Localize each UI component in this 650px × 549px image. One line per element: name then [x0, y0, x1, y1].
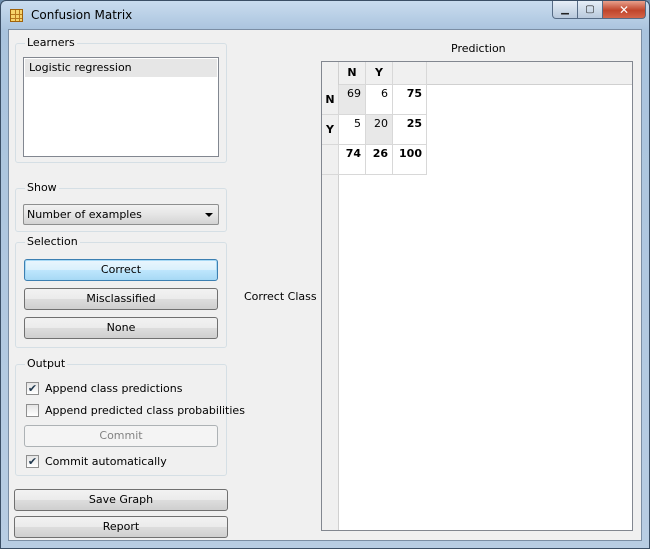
- cell-n-y[interactable]: 6: [366, 85, 393, 115]
- cell-y-y[interactable]: 20: [366, 115, 393, 145]
- append-probabilities-checkbox[interactable]: [26, 403, 39, 417]
- cell-y-n[interactable]: 5: [339, 115, 366, 145]
- row-header-n[interactable]: N: [322, 85, 339, 115]
- report-button[interactable]: Report: [14, 516, 228, 538]
- confusion-matrix-window: Confusion Matrix ▁ ▢ ✕ Learners Logistic…: [0, 0, 650, 549]
- commit-button[interactable]: Commit: [24, 425, 218, 447]
- cell-n-total[interactable]: 75: [393, 85, 427, 115]
- append-predictions-row[interactable]: ✔ Append class predictions: [26, 380, 182, 396]
- maximize-icon: ▢: [585, 4, 595, 15]
- append-predictions-checkbox[interactable]: ✔: [26, 381, 39, 395]
- close-button[interactable]: ✕: [603, 1, 646, 19]
- chevron-down-icon: [205, 213, 213, 217]
- correct-button[interactable]: Correct: [24, 259, 218, 281]
- title-bar[interactable]: Confusion Matrix ▁ ▢ ✕: [1, 1, 649, 29]
- commit-auto-label: Commit automatically: [45, 454, 167, 468]
- prediction-axis-label: Prediction: [451, 42, 506, 55]
- selection-group-title: Selection: [25, 235, 80, 248]
- append-probabilities-label: Append predicted class probabilities: [45, 403, 245, 417]
- show-combobox-value: Number of examples: [27, 208, 142, 221]
- append-predictions-label: Append class predictions: [45, 381, 183, 395]
- client-area: Learners Logistic regression Show Number…: [8, 29, 642, 541]
- row-header-total: [322, 145, 339, 175]
- show-combobox[interactable]: Number of examples: [23, 204, 219, 225]
- learners-group-title: Learners: [25, 36, 77, 49]
- append-probabilities-row[interactable]: Append predicted class probabilities: [26, 402, 245, 418]
- cell-total-y[interactable]: 26: [366, 145, 393, 175]
- col-header-total: [393, 62, 427, 85]
- confusion-matrix-table[interactable]: N Y N Y 69 6 75 5 20 25 74 26 100: [321, 61, 633, 531]
- show-group-title: Show: [25, 181, 59, 194]
- none-button[interactable]: None: [24, 317, 218, 339]
- maximize-button[interactable]: ▢: [578, 1, 603, 19]
- cell-y-total[interactable]: 25: [393, 115, 427, 145]
- minimize-icon: ▁: [561, 4, 569, 15]
- checkmark-icon: ✔: [27, 454, 38, 468]
- correct-class-axis-label: Correct Class: [244, 290, 317, 303]
- misclassified-button[interactable]: Misclassified: [24, 288, 218, 310]
- grid-app-icon: [10, 9, 23, 22]
- cell-n-n[interactable]: 69: [339, 85, 366, 115]
- learner-item[interactable]: Logistic regression: [25, 59, 217, 77]
- learners-listbox[interactable]: Logistic regression: [23, 57, 219, 157]
- col-header-n[interactable]: N: [339, 62, 366, 85]
- commit-auto-row[interactable]: ✔ Commit automatically: [26, 453, 167, 469]
- cell-total-n[interactable]: 74: [339, 145, 366, 175]
- commit-auto-checkbox[interactable]: ✔: [26, 454, 39, 468]
- window-title: Confusion Matrix: [31, 8, 133, 22]
- minimize-button[interactable]: ▁: [552, 1, 578, 19]
- save-graph-button[interactable]: Save Graph: [14, 489, 228, 511]
- row-header-y[interactable]: Y: [322, 115, 339, 145]
- col-header-y[interactable]: Y: [366, 62, 393, 85]
- cell-total-all[interactable]: 100: [393, 145, 427, 175]
- close-icon: ✕: [618, 2, 630, 17]
- checkmark-icon: ✔: [27, 381, 38, 395]
- output-group-title: Output: [25, 357, 68, 370]
